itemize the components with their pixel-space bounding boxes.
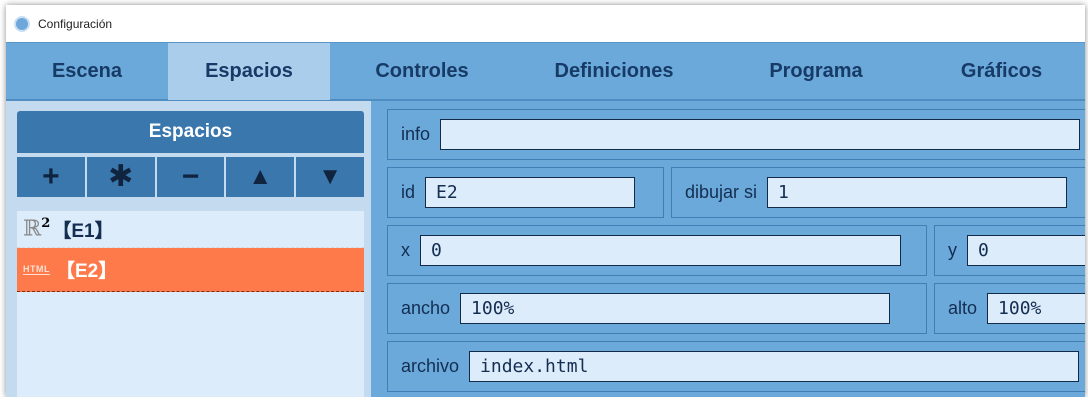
r2-space-icon: ℝ2 [23, 216, 50, 241]
tab-definiciones[interactable]: Definiciones [514, 43, 714, 100]
panel-splitter[interactable] [371, 101, 379, 397]
id-row: id E2 [387, 167, 664, 218]
height-label: alto [948, 298, 978, 318]
app-icon [14, 15, 30, 32]
file-row: archivo index.html [387, 341, 1085, 392]
spaces-panel: Espacios + ✱ − ▲ ▼ ℝ2 【E1】 HTML 【E2】 [6, 101, 371, 397]
y-label: y [948, 240, 957, 260]
draw-if-label: dibujar si [685, 182, 758, 202]
tab-graficos[interactable]: Gráficos [918, 43, 1085, 100]
width-label: ancho [401, 298, 451, 318]
id-label: id [401, 182, 416, 202]
x-row: x 0 [387, 225, 927, 276]
draw-if-row: dibujar si 1 [671, 167, 1085, 218]
id-input[interactable]: E2 [425, 177, 636, 208]
r2-icon-exponent: 2 [41, 216, 51, 232]
draw-if-input[interactable]: 1 [767, 177, 1068, 208]
info-input[interactable] [440, 119, 1081, 150]
spaces-header: Espacios [17, 111, 364, 153]
html-space-icon: HTML [23, 264, 50, 275]
move-down-button[interactable]: ▼ [296, 157, 364, 197]
height-row: alto 100% [934, 283, 1085, 334]
tab-controles[interactable]: Controles [330, 43, 514, 100]
clone-space-button[interactable]: ✱ [86, 157, 155, 197]
window-title: Configuración [38, 16, 113, 31]
spaces-toolbar: + ✱ − ▲ ▼ [17, 157, 364, 197]
move-up-button[interactable]: ▲ [226, 157, 295, 197]
tab-programa[interactable]: Programa [714, 43, 918, 100]
x-input[interactable]: 0 [420, 235, 901, 266]
list-item[interactable]: ℝ2 【E1】 [17, 211, 364, 248]
y-input[interactable]: 0 [967, 235, 1085, 266]
width-row: ancho 100% [387, 283, 927, 334]
properties-panel: info id E2 dibujar si 1 x 0 y 0 ancho 10… [379, 101, 1085, 397]
title-bar: Configuración [6, 5, 1085, 42]
width-input[interactable]: 100% [460, 293, 891, 324]
y-row: y 0 [934, 225, 1085, 276]
list-item-selected[interactable]: HTML 【E2】 [17, 248, 364, 292]
add-space-button[interactable]: + [17, 157, 85, 197]
r2-icon-letter: ℝ [23, 216, 42, 242]
x-label: x [401, 240, 410, 260]
info-label: info [401, 124, 431, 144]
info-row: info [387, 109, 1085, 160]
tab-bar: Escena Espacios Controles Definiciones P… [6, 42, 1085, 101]
remove-space-button[interactable]: − [156, 157, 225, 197]
file-label: archivo [401, 356, 460, 376]
tab-espacios[interactable]: Espacios [168, 43, 330, 100]
spaces-list: ℝ2 【E1】 HTML 【E2】 [17, 211, 364, 397]
height-input[interactable]: 100% [987, 293, 1085, 324]
config-window: Configuración Escena Espacios Controles … [6, 5, 1085, 397]
list-item-label: 【E1】 [52, 220, 114, 242]
file-input[interactable]: index.html [469, 351, 1080, 382]
tab-escena[interactable]: Escena [6, 43, 168, 100]
list-item-label: 【E2】 [56, 261, 118, 282]
